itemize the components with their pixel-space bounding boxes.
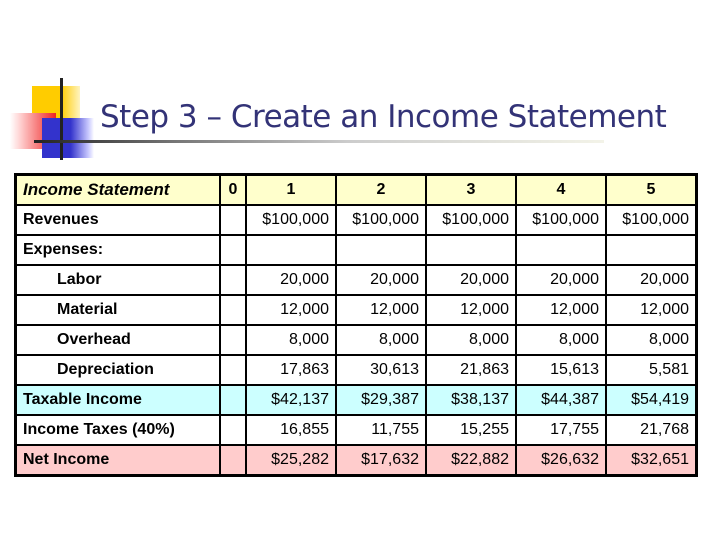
cell: 8,000 [425, 324, 517, 356]
year-header: 3 [425, 173, 517, 206]
cell: 12,000 [425, 294, 517, 326]
row-taxable-income: Taxable Income $42,137 $29,387 $38,137 $… [14, 384, 698, 416]
cell [219, 354, 247, 386]
cell: 8,000 [245, 324, 337, 356]
cell: $22,882 [425, 444, 517, 477]
cell: 15,255 [425, 414, 517, 446]
cell: 20,000 [425, 264, 517, 296]
year-header: 0 [219, 173, 247, 206]
row-overhead: Overhead 8,000 8,000 8,000 8,000 8,000 [14, 324, 698, 356]
cell: 8,000 [515, 324, 607, 356]
cell [219, 204, 247, 236]
cell: $100,000 [605, 204, 698, 236]
cell: $100,000 [245, 204, 337, 236]
cell: 20,000 [515, 264, 607, 296]
row-material: Material 12,000 12,000 12,000 12,000 12,… [14, 294, 698, 326]
cell: 20,000 [605, 264, 698, 296]
cell: $100,000 [335, 204, 427, 236]
cell: 15,613 [515, 354, 607, 386]
cell: 20,000 [335, 264, 427, 296]
row-label: Material [14, 294, 221, 326]
cell: $25,282 [245, 444, 337, 477]
cell: 12,000 [515, 294, 607, 326]
row-label: Income Taxes (40%) [14, 414, 221, 446]
row-label: Labor [14, 264, 221, 296]
year-header: 1 [245, 173, 337, 206]
cell [219, 444, 247, 477]
row-depreciation: Depreciation 17,863 30,613 21,863 15,613… [14, 354, 698, 386]
year-header: 2 [335, 173, 427, 206]
cell: $54,419 [605, 384, 698, 416]
cell: 8,000 [335, 324, 427, 356]
row-expenses: Expenses: [14, 234, 698, 266]
row-label: Taxable Income [14, 384, 221, 416]
row-label: Revenues [14, 204, 221, 236]
cell: 12,000 [245, 294, 337, 326]
year-header: 5 [605, 173, 698, 206]
cell: 20,000 [245, 264, 337, 296]
cell: $44,387 [515, 384, 607, 416]
cell: $100,000 [515, 204, 607, 236]
cell [219, 324, 247, 356]
cell: $100,000 [425, 204, 517, 236]
cell [219, 234, 247, 266]
cell: 21,863 [425, 354, 517, 386]
cell: 21,768 [605, 414, 698, 446]
cell: 12,000 [605, 294, 698, 326]
cell [219, 294, 247, 326]
row-revenues: Revenues $100,000 $100,000 $100,000 $100… [14, 204, 698, 236]
slide-title: Step 3 – Create an Income Statement [100, 99, 667, 135]
title-underline [34, 140, 604, 143]
cell: 5,581 [605, 354, 698, 386]
cell [515, 234, 607, 266]
cell: $42,137 [245, 384, 337, 416]
cell: $32,651 [605, 444, 698, 477]
row-label: Net Income [14, 444, 221, 477]
cell: $17,632 [335, 444, 427, 477]
row-label: Expenses: [14, 234, 221, 266]
cell: 16,855 [245, 414, 337, 446]
cell [245, 234, 337, 266]
decor-blue-square [42, 118, 94, 158]
header-label: Income Statement [14, 173, 221, 206]
cell: $29,387 [335, 384, 427, 416]
row-labor: Labor 20,000 20,000 20,000 20,000 20,000 [14, 264, 698, 296]
income-statement-table: Income Statement 0 1 2 3 4 5 Revenues $1… [14, 173, 698, 477]
cell: 17,755 [515, 414, 607, 446]
cell [219, 414, 247, 446]
row-label: Overhead [14, 324, 221, 356]
cell: 8,000 [605, 324, 698, 356]
header-row: Income Statement 0 1 2 3 4 5 [14, 173, 698, 206]
cell [425, 234, 517, 266]
cell: 17,863 [245, 354, 337, 386]
row-net-income: Net Income $25,282 $17,632 $22,882 $26,6… [14, 444, 698, 477]
cell: $38,137 [425, 384, 517, 416]
cell: 30,613 [335, 354, 427, 386]
cell [219, 384, 247, 416]
cell: 11,755 [335, 414, 427, 446]
cell [605, 234, 698, 266]
cell: $26,632 [515, 444, 607, 477]
cell [219, 264, 247, 296]
year-header: 4 [515, 173, 607, 206]
cell [335, 234, 427, 266]
row-label: Depreciation [14, 354, 221, 386]
row-income-taxes: Income Taxes (40%) 16,855 11,755 15,255 … [14, 414, 698, 446]
decor-vertical-line [60, 78, 63, 160]
cell: 12,000 [335, 294, 427, 326]
